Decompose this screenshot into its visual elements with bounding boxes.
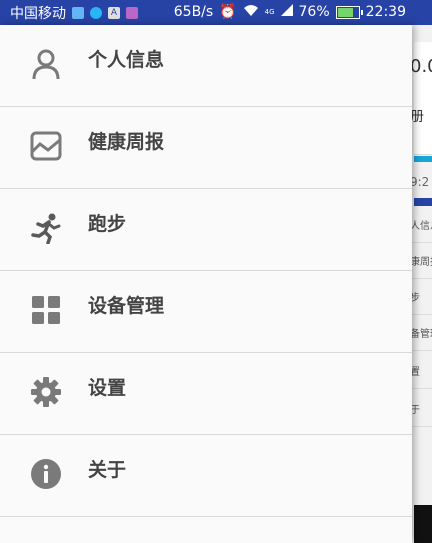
background-item: 备管理 [410,320,432,351]
report-chart-icon [30,130,62,162]
background-item: 康周报 [410,248,432,279]
drawer-item-label: 设置 [88,377,127,399]
drawer-item-device-management[interactable]: 设备管理 [0,271,412,353]
network-type: 4G [264,8,275,16]
navigation-drawer: 个人信息 健康周报 跑步 设备管理 设置 关于 [0,25,412,543]
wifi-icon [243,3,259,21]
background-time: 9:2 [410,175,430,189]
background-item: 置 [410,358,432,389]
drawer-item-running[interactable]: 跑步 [0,189,412,271]
status-bar: 中国移动 A 65B/s ⏰ 4G 76% 22:39 [0,0,432,25]
drawer-item-health-report[interactable]: 健康周报 [0,107,412,189]
drawer-item-label: 设备管理 [88,295,165,317]
battery-icon [335,5,363,19]
status-right: 65B/s ⏰ 4G 76% 22:39 [174,3,406,21]
clock: 22:39 [365,4,406,20]
info-icon [30,458,62,490]
drawer-item-label: 健康周报 [88,131,165,153]
drawer-item-about[interactable]: 关于 [0,435,412,517]
background-item: 步 [410,284,432,315]
drawer-item-label: 跑步 [88,213,127,235]
background-menu-bar [414,198,432,206]
running-icon [30,212,62,245]
status-left: 中国移动 A [10,3,138,23]
grid-icon [30,294,62,326]
background-item: 于 [410,396,432,427]
battery-percent: 76% [298,4,330,20]
background-tab: 册 [410,109,424,125]
drawer-item-label: 关于 [88,459,127,481]
notification-chat-icon [90,7,102,19]
notification-message-icon [72,7,84,19]
person-icon [30,48,62,80]
notification-app2-icon [126,7,138,19]
background-number: 0.0 [410,56,432,77]
alarm-icon: ⏰ [219,4,237,20]
drawer-item-settings[interactable]: 设置 [0,353,412,435]
signal-icon [280,4,293,20]
background-divider [414,156,432,162]
gear-icon [30,376,62,408]
notification-app-icon: A [108,7,120,19]
background-bottom-bar [414,505,432,543]
drawer-item-label: 个人信息 [88,49,165,71]
drawer-item-profile[interactable]: 个人信息 [0,25,412,107]
network-speed: 65B/s [173,4,214,20]
background-item: 人信息 [410,212,432,243]
carrier-name: 中国移动 [10,6,66,22]
